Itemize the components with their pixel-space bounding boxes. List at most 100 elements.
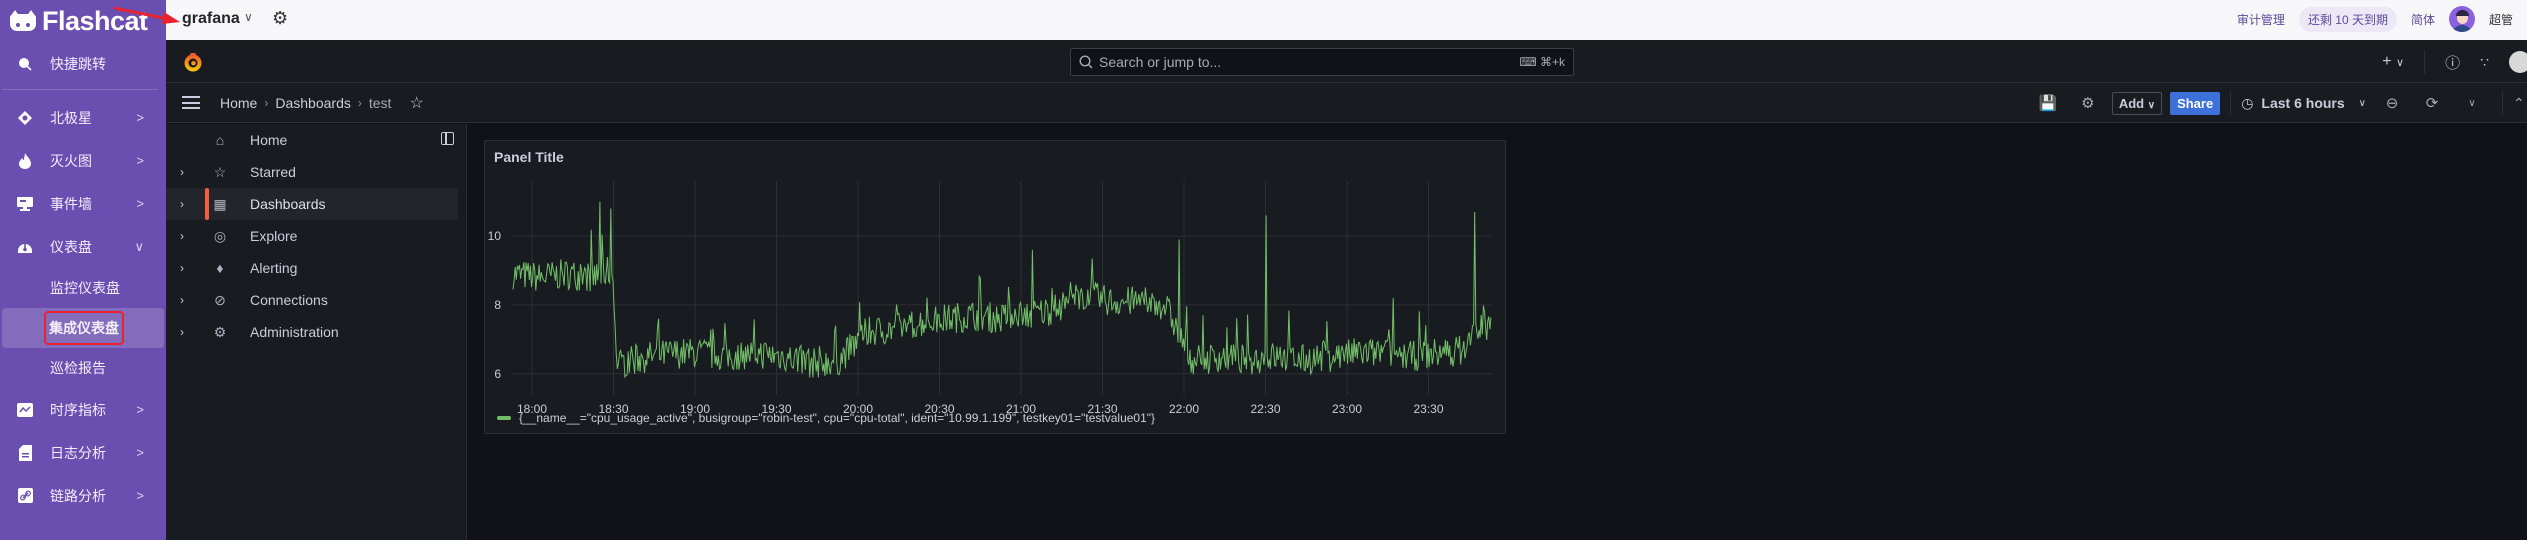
menu-label: 时序指标 [50,401,106,418]
flashcat-sidebar: Flashcat 快捷跳转 北极星 > 灭火图 > 事件墙 > 仪表盘 ∨ 监控… [0,0,166,540]
grafana-header: Search or jump to... ⌨ ⌘+k + ∨ ⓘ ∵ [166,42,2527,83]
expand-chevron-icon[interactable]: › [180,197,184,211]
submenu-inspection-report[interactable]: 巡检报告 [0,348,166,388]
submenu-integrated-dashboards[interactable]: 集成仪表盘 [2,308,164,348]
add-button[interactable]: Add ∨ [2111,91,2163,115]
chevron-down-icon: ∨ [2147,99,2156,111]
polaris-icon [16,109,34,127]
star-icon[interactable]: ☆ [409,93,423,113]
submenu-label-highlighted: 集成仪表盘 [44,311,124,345]
nav-label: Connections [250,292,328,308]
menu-divider [2,89,158,90]
nav-list: ⌂ Home › ☆ Starred › ▦ Dashboards › ◎ Explore › ♦ Ale… [166,124,466,348]
refresh-interval-chevron-icon[interactable]: ∨ [2452,98,2492,109]
keyboard-icon: ⌨ [1519,55,1540,69]
nav-item-administration[interactable]: › ⚙ Administration [166,316,466,348]
nav-item-starred[interactable]: › ☆ Starred [166,156,466,188]
brand-name: Flashcat [42,5,148,36]
new-plus-icon[interactable]: + ∨ [2382,53,2404,71]
help-icon[interactable]: ⓘ [2445,52,2460,73]
gear-icon[interactable]: ⚙ [272,8,288,29]
collapse-icon[interactable]: ⌃ [2513,95,2527,112]
fire-icon [16,152,34,170]
menu-fire-map[interactable]: 灭火图 > [0,139,166,182]
expand-chevron-icon[interactable]: › [180,261,184,275]
audit-link[interactable]: 审计管理 [2237,11,2285,28]
menu-quick-jump[interactable]: 快捷跳转 [0,42,166,85]
menu-dashboards[interactable]: 仪表盘 ∨ [0,225,166,268]
chevron-down-icon: ∨ [134,238,144,254]
menu-log-analysis[interactable]: 日志分析 > [0,431,166,474]
header-actions: + ∨ ⓘ ∵ [2382,42,2527,82]
nav-item-home[interactable]: ⌂ Home [166,124,466,156]
share-button[interactable]: Share [2170,91,2221,115]
connections-icon: ⊘ [214,291,226,308]
chevron-right-icon: > [136,196,144,211]
breadcrumb-home[interactable]: Home [220,95,257,111]
chevron-right-icon: > [136,445,144,460]
legend-label[interactable]: {__name__="cpu_usage_active", busigroup=… [519,411,1155,425]
expand-chevron-icon[interactable]: › [180,325,184,339]
breadcrumb-dashboards[interactable]: Dashboards [275,95,351,111]
datasource-selector[interactable]: grafana [182,10,240,28]
expiry-badge: 还剩 10 天到期 [2298,6,2397,32]
menu-label: 日志分析 [50,444,106,461]
submenu-label: 监控仪表盘 [50,280,120,296]
compass-icon: ◎ [213,227,227,244]
nav-item-dashboards[interactable]: › ▦ Dashboards [166,188,458,220]
link-icon [16,487,34,505]
gauge-icon [16,238,34,256]
user-name[interactable]: 超管 [2489,11,2513,28]
series-line [512,201,1492,379]
menu-polaris[interactable]: 北极星 > [0,96,166,139]
shortcut-label: ⌘+k [1539,55,1565,69]
x-tick-label: 22:30 [1251,402,1281,416]
refresh-icon[interactable]: ⟳ [2412,94,2452,112]
monitor-icon [16,195,34,213]
menu-toggle-icon[interactable] [182,96,200,109]
search-input[interactable]: Search or jump to... ⌨ ⌘+k [1070,48,1574,76]
nav-item-alerting[interactable]: › ♦ Alerting [166,252,466,284]
breadcrumb-separator: › [264,95,269,110]
time-range-label: Last 6 hours [2261,95,2345,111]
language-switch[interactable]: 简体 [2411,11,2435,28]
expand-chevron-icon[interactable]: › [180,293,184,307]
news-rss-icon[interactable]: ∵ [2480,54,2489,71]
nav-item-connections[interactable]: › ⊘ Connections [166,284,466,316]
top-bar-right: 审计管理 还剩 10 天到期 简体 超管 [2237,6,2513,32]
flashcat-logo[interactable]: Flashcat [0,0,166,42]
menu-label: 快捷跳转 [50,55,106,72]
gear-icon[interactable]: ⚙ [2068,94,2108,112]
nav-item-explore[interactable]: › ◎ Explore [166,220,466,252]
panel[interactable]: Panel Title 18:00 18:30 19:00 19:30 20:00 20:… [484,140,1506,434]
expand-chevron-icon[interactable]: › [180,229,184,243]
keyboard-shortcut: ⌨ ⌘+k [1519,55,1565,69]
chevron-right-icon: > [136,110,144,125]
legend-swatch [497,416,511,420]
apps-icon: ▦ [213,195,227,212]
dashboard-toolbar: Home › Dashboards › test ☆ 💾 ⚙ Add ∨ Sha… [166,83,2527,123]
submenu-label: 巡检报告 [50,360,106,376]
grafana-body: ⌂ Home › ☆ Starred › ▦ Dashboards › ◎ Explore › ♦ Ale… [166,124,2527,540]
divider [2502,91,2503,115]
nav-label: Alerting [250,260,298,276]
zoom-out-icon[interactable]: ⊖ [2372,94,2412,112]
submenu-monitor-dashboards[interactable]: 监控仪表盘 [0,268,166,308]
divider [2230,91,2232,115]
time-series-chart[interactable]: 18:00 18:30 19:00 19:30 20:00 20:30 21:00 21:30… [485,141,1507,435]
grafana-logo-icon[interactable] [182,51,204,73]
save-icon[interactable]: 💾 [2028,94,2068,112]
nav-label: Explore [250,228,298,244]
top-bar: grafana ∨ ⚙ 审计管理 还剩 10 天到期 简体 超管 [166,0,2527,42]
expand-chevron-icon[interactable]: › [180,165,184,179]
menu-trace-analysis[interactable]: 链路分析 > [0,474,166,517]
clock-icon: ◷ [2241,94,2254,111]
nav-label: Home [250,132,288,148]
menu-event-wall[interactable]: 事件墙 > [0,182,166,225]
time-range-picker[interactable]: ◷ Last 6 hours ∨ [2241,95,2366,112]
breadcrumb-separator: › [357,95,362,110]
menu-metrics[interactable]: 时序指标 > [0,388,166,431]
user-avatar[interactable] [2509,51,2527,73]
avatar[interactable] [2448,6,2475,32]
chevron-down-icon[interactable]: ∨ [244,10,253,24]
